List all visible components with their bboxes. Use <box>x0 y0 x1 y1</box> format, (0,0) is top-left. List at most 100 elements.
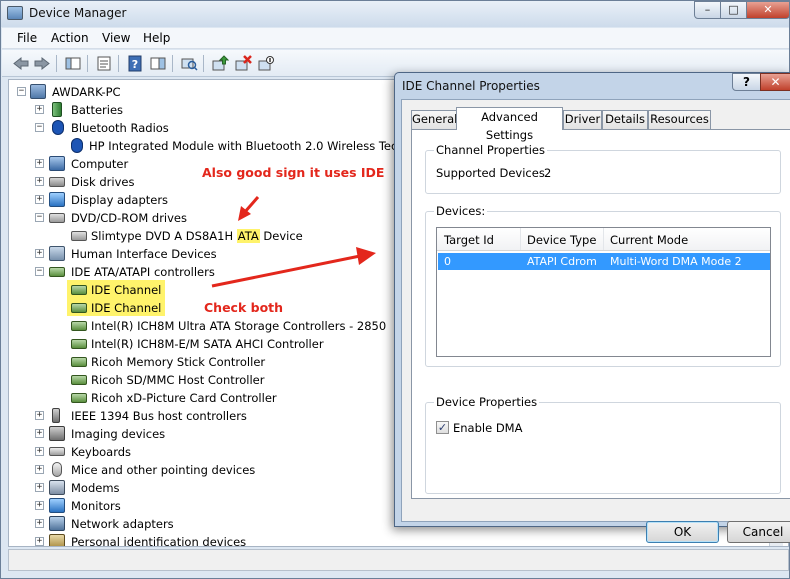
tree-item-keyboards[interactable]: + Keyboards <box>35 443 285 461</box>
tree-item-modems[interactable]: + Modems <box>35 479 285 497</box>
collapse-toggle[interactable]: − <box>35 123 44 132</box>
tree-item-personal-id[interactable]: + Personal identification devices <box>35 533 285 546</box>
forward-icon[interactable] <box>33 55 51 72</box>
ok-button[interactable]: OK <box>646 521 719 543</box>
tab-resources[interactable]: Resources <box>648 110 711 129</box>
tree-label: Ricoh Memory Stick Controller <box>91 355 266 369</box>
help-button[interactable]: ? <box>732 73 761 91</box>
tree-item-slimtype-dvd[interactable]: Slimtype DVD A DS8A1H ATA Device <box>71 227 371 245</box>
tree-item-display-adapters[interactable]: + Display adapters <box>35 191 235 209</box>
close-button[interactable]: ✕ <box>746 1 790 19</box>
enable-dma-label[interactable]: Enable DMA <box>453 421 522 435</box>
expand-toggle[interactable]: + <box>35 249 44 258</box>
expand-toggle[interactable]: + <box>35 465 44 474</box>
annotation-ide-sign: Also good sign it uses IDE <box>202 165 385 180</box>
expand-toggle[interactable]: + <box>35 447 44 456</box>
dialog-close-button[interactable]: ✕ <box>760 73 790 91</box>
tree-item-ich8m-sata[interactable]: Intel(R) ICH8M-E/M SATA AHCI Controller <box>71 335 371 353</box>
battery-icon <box>52 102 62 117</box>
tree-item-network[interactable]: + Network adapters <box>35 515 285 533</box>
ata-highlight: ATA <box>236 229 260 243</box>
tree-label: Slimtype DVD A DS8A1H <box>91 229 234 243</box>
enable-dma-checkbox[interactable]: ✓ <box>436 421 449 434</box>
back-icon[interactable] <box>12 55 30 72</box>
dialog-body: General Advanced Settings Driver Details… <box>401 99 790 543</box>
controller-icon <box>71 357 87 367</box>
toolbar-separator <box>87 55 88 72</box>
tree-item-ricoh-memory-stick[interactable]: Ricoh Memory Stick Controller <box>71 353 371 371</box>
tree-item-bluetooth[interactable]: − Bluetooth Radios <box>35 119 235 137</box>
supported-devices-label: Supported Devices <box>436 166 545 180</box>
title-bar[interactable]: Device Manager – □ ✕ <box>1 1 790 27</box>
column-separator <box>520 228 521 250</box>
expand-toggle[interactable]: + <box>35 195 44 204</box>
column-target-id[interactable]: Target Id <box>444 233 494 247</box>
tree-item-ricoh-sd-mmc[interactable]: Ricoh SD/MMC Host Controller <box>71 371 371 389</box>
collapse-toggle[interactable]: − <box>35 213 44 222</box>
tree-label: Imaging devices <box>71 427 166 441</box>
menu-help[interactable]: Help <box>143 31 170 45</box>
expand-toggle[interactable]: + <box>35 411 44 420</box>
ide-channel-properties-dialog: IDE Channel Properties ? ✕ General Advan… <box>394 72 790 543</box>
device-row-selected[interactable]: 0 ATAPI Cdrom Multi-Word DMA Mode 2 <box>438 253 770 270</box>
action-pane-icon[interactable] <box>149 55 167 72</box>
collapse-toggle[interactable]: − <box>35 267 44 276</box>
tree-item-monitors[interactable]: + Monitors <box>35 497 285 515</box>
devices-group: Devices: Target Id Device Type Current M… <box>425 204 781 367</box>
cancel-button[interactable]: Cancel <box>727 521 790 543</box>
tree-item-imaging[interactable]: + Imaging devices <box>35 425 285 443</box>
tree-item-hid[interactable]: + Human Interface Devices <box>35 245 235 263</box>
expand-toggle[interactable]: + <box>35 483 44 492</box>
tab-driver[interactable]: Driver <box>563 110 602 129</box>
tree-item-batteries[interactable]: + Batteries <box>35 101 235 119</box>
tree-item-ide-channel-2[interactable]: IDE Channel <box>71 299 171 317</box>
toolbar-separator <box>172 55 173 72</box>
devices-list-header: Target Id Device Type Current Mode <box>437 228 770 251</box>
menu-file[interactable]: File <box>17 31 37 45</box>
tree-root-computer[interactable]: − AWDARK-PC <box>17 83 217 101</box>
console-tree-icon[interactable] <box>64 55 82 72</box>
menu-view[interactable]: View <box>102 31 130 45</box>
column-current-mode[interactable]: Current Mode <box>610 233 688 247</box>
properties-icon[interactable] <box>95 55 113 72</box>
tree-item-ide-channel-1[interactable]: IDE Channel <box>71 281 171 299</box>
tree-item-dvd-cdrom[interactable]: − DVD/CD-ROM drives <box>35 209 235 227</box>
tree-label: IDE ATA/ATAPI controllers <box>71 265 215 279</box>
tree-item-ricoh-xd[interactable]: Ricoh xD-Picture Card Controller <box>71 389 371 407</box>
tab-details[interactable]: Details <box>602 110 648 129</box>
disable-icon[interactable] <box>257 55 275 72</box>
column-device-type[interactable]: Device Type <box>527 233 596 247</box>
cell-device-type: ATAPI Cdrom <box>527 255 597 268</box>
tree-item-ich8m-ultra-ata[interactable]: Intel(R) ICH8M Ultra ATA Storage Control… <box>71 317 411 335</box>
help-icon[interactable]: ? <box>126 55 144 72</box>
expand-toggle[interactable]: + <box>35 105 44 114</box>
controller-icon <box>71 339 87 349</box>
expand-toggle[interactable]: + <box>35 501 44 510</box>
cell-current-mode: Multi-Word DMA Mode 2 <box>610 255 742 268</box>
window-title: Device Manager <box>29 6 127 20</box>
expand-toggle[interactable]: + <box>35 429 44 438</box>
update-driver-icon[interactable] <box>211 55 229 72</box>
menu-action[interactable]: Action <box>51 31 89 45</box>
expand-toggle[interactable]: + <box>35 177 44 186</box>
tree-label: Mice and other pointing devices <box>71 463 256 477</box>
devices-list[interactable]: Target Id Device Type Current Mode 0 ATA… <box>436 227 771 357</box>
tree-item-ieee1394[interactable]: + IEEE 1394 Bus host controllers <box>35 407 285 425</box>
expand-toggle[interactable]: + <box>35 159 44 168</box>
tree-item-mice[interactable]: + Mice and other pointing devices <box>35 461 285 479</box>
maximize-button[interactable]: □ <box>720 1 747 19</box>
svg-text:?: ? <box>132 58 138 71</box>
minimize-button[interactable]: – <box>694 1 721 19</box>
monitor-icon <box>49 498 65 513</box>
expand-toggle[interactable]: + <box>35 519 44 528</box>
group-title: Device Properties <box>434 395 540 409</box>
scan-hardware-icon[interactable] <box>180 55 198 72</box>
tree-item-ide-controllers[interactable]: − IDE ATA/ATAPI controllers <box>35 263 285 281</box>
advanced-settings-page: Channel Properties Supported Devices 2 D… <box>411 129 790 499</box>
expand-toggle[interactable]: + <box>35 537 44 546</box>
uninstall-icon[interactable] <box>234 55 252 72</box>
tree-label: Ricoh SD/MMC Host Controller <box>91 373 265 387</box>
tab-advanced-settings[interactable]: Advanced Settings <box>456 107 563 142</box>
collapse-toggle[interactable]: − <box>17 87 26 96</box>
tab-general[interactable]: General <box>411 110 457 129</box>
